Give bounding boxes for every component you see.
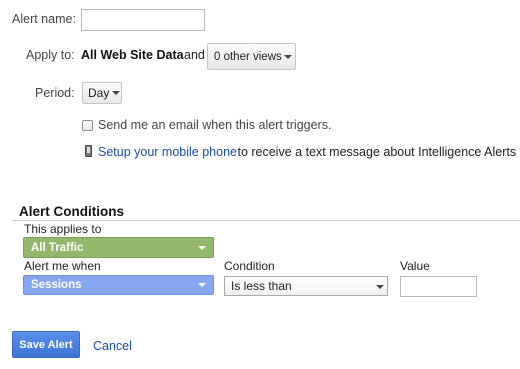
condition-select[interactable]: Is less than <box>224 276 388 296</box>
alert-when-label: Alert me when <box>24 259 101 273</box>
save-alert-label: Save Alert <box>19 338 73 351</box>
value-label: Value <box>400 259 430 273</box>
email-checkbox[interactable] <box>82 120 93 131</box>
setup-mobile-link[interactable]: Setup your mobile phone <box>98 145 237 159</box>
alert-conditions-title: Alert Conditions <box>19 204 124 219</box>
apply-to-label: Apply to: <box>26 48 75 62</box>
applies-to-label: This applies to <box>24 222 102 236</box>
metric-dropdown[interactable]: Sessions <box>23 275 214 295</box>
period-dropdown[interactable]: Day <box>82 82 122 104</box>
chevron-down-icon <box>112 91 120 95</box>
condition-label: Condition <box>224 259 275 273</box>
traffic-segment-value: All Traffic <box>31 241 84 254</box>
email-option-label: Send me an email when this alert trigger… <box>98 118 332 132</box>
save-alert-button[interactable]: Save Alert <box>12 331 80 358</box>
traffic-segment-dropdown[interactable]: All Traffic <box>23 237 214 258</box>
chevron-down-icon <box>198 246 206 250</box>
condition-select-value: Is less than <box>231 279 292 293</box>
mobile-phone-icon <box>85 145 92 157</box>
alert-name-label: Alert name: <box>12 12 76 26</box>
metric-value: Sessions <box>31 279 82 291</box>
chevron-down-icon <box>376 285 384 289</box>
period-dropdown-value: Day <box>88 86 110 100</box>
apply-to-scope: All Web Site Data <box>81 48 184 62</box>
chevron-down-icon <box>198 283 206 287</box>
views-dropdown-label: 0 other views <box>214 50 282 63</box>
period-label: Period: <box>35 86 75 100</box>
threshold-value-input[interactable] <box>400 276 477 297</box>
chevron-down-icon <box>284 55 292 59</box>
cancel-link[interactable]: Cancel <box>93 339 132 353</box>
mobile-option-text: to receive a text message about Intellig… <box>234 145 517 159</box>
alert-name-input[interactable] <box>81 9 205 31</box>
section-divider <box>12 220 520 221</box>
apply-to-conjunction: and <box>184 48 205 62</box>
views-dropdown[interactable]: 0 other views <box>207 43 296 70</box>
